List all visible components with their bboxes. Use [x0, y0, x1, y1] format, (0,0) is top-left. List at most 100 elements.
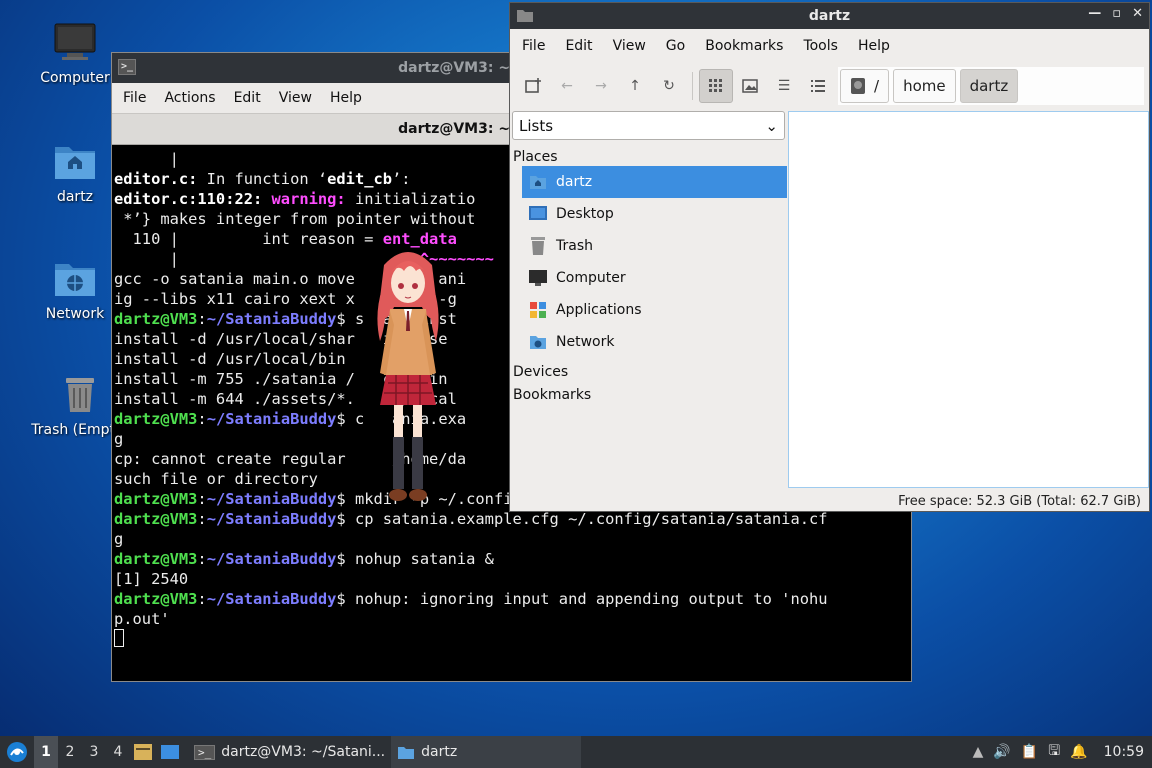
status-free-space: Free space: 52.3 GiB (Total: 62.7 GiB)	[898, 494, 1141, 509]
place-item-trash[interactable]: Trash	[522, 230, 787, 262]
menu-edit[interactable]: Edit	[555, 38, 602, 54]
file-manager-toolbar: ← → ↑ ↻ ☰ / home dartz	[510, 65, 1149, 107]
path-bar: / home dartz	[838, 67, 1144, 105]
quicklaunch-file-manager[interactable]	[130, 743, 156, 761]
minimize-icon[interactable]: —	[1088, 6, 1101, 21]
detailed-view-button[interactable]	[801, 69, 835, 103]
network-folder-icon	[528, 332, 548, 352]
close-icon[interactable]: ✕	[1132, 6, 1143, 21]
reload-icon: ↻	[663, 78, 675, 94]
desktop-icon-home[interactable]: dartz	[25, 141, 125, 205]
menu-file[interactable]: File	[114, 90, 155, 106]
terminal-line: g	[114, 530, 124, 548]
terminal-line: dartz@VM3:~/SataniaBuddy$ nohup satania …	[114, 550, 494, 568]
workspace-3[interactable]: 3	[82, 744, 106, 760]
side-pane-mode-value: Lists	[519, 116, 554, 135]
reload-button[interactable]: ↻	[652, 69, 686, 103]
show-desktop-button[interactable]	[156, 744, 184, 760]
list-icon: ☰	[777, 78, 791, 94]
home-folder-icon	[528, 172, 548, 192]
new-tab-icon	[525, 78, 541, 93]
menu-go[interactable]: Go	[656, 38, 695, 54]
system-tray: ▲ 🔊 📋 🖫 🔔 10:59	[973, 736, 1152, 768]
menu-file[interactable]: File	[512, 38, 555, 54]
desktop-icon-network[interactable]: Network	[25, 258, 125, 322]
folder-content-view[interactable]	[788, 111, 1149, 488]
side-pane-mode-select[interactable]: Lists ⌄	[512, 111, 785, 140]
thumbnail-view-button[interactable]	[733, 69, 767, 103]
crumb-root[interactable]: /	[840, 69, 890, 103]
folder-icon	[398, 746, 415, 759]
terminal-cursor-line	[114, 629, 909, 649]
taskbar: 1 2 3 4 >_ dartz@VM3: ~/Satani... dartz …	[0, 736, 1152, 768]
compact-view-button[interactable]: ☰	[767, 69, 801, 103]
desktop-icon-label: Computer	[40, 70, 110, 86]
place-item-network[interactable]: Network	[522, 326, 787, 358]
section-bookmarks[interactable]: Bookmarks	[512, 381, 787, 404]
menu-help[interactable]: Help	[848, 38, 900, 54]
back-button[interactable]: ←	[550, 69, 584, 103]
terminal-line: dartz@VM3:~/SataniaBuddy$ cp satania.exa…	[114, 510, 828, 528]
place-item-applications[interactable]: Applications	[522, 294, 787, 326]
task-terminal[interactable]: >_ dartz@VM3: ~/Satani...	[188, 736, 391, 768]
applications-icon	[528, 300, 548, 320]
detailed-list-icon	[811, 80, 825, 92]
satania-character[interactable]	[372, 245, 444, 507]
menu-view[interactable]: View	[603, 38, 656, 54]
place-item-desktop[interactable]: Desktop	[522, 198, 787, 230]
place-item-computer[interactable]: Computer	[522, 262, 787, 294]
menu-view[interactable]: View	[270, 90, 321, 106]
section-devices[interactable]: Devices	[512, 358, 787, 381]
start-menu-button[interactable]	[0, 736, 34, 768]
desktop-icon-label: Network	[45, 306, 105, 322]
trash-icon	[528, 236, 548, 256]
arrow-up-icon: ↑	[629, 78, 641, 94]
workspace-2[interactable]: 2	[58, 744, 82, 760]
task-file-manager[interactable]: dartz	[391, 736, 582, 768]
drive-icon	[851, 78, 865, 94]
image-icon	[742, 79, 758, 93]
network-folder-icon	[25, 258, 125, 302]
upload-icon[interactable]: ▲	[973, 744, 984, 760]
place-item-dartz[interactable]: dartz	[522, 166, 787, 198]
volume-icon[interactable]: 🔊	[993, 744, 1010, 760]
up-button[interactable]: ↑	[618, 69, 652, 103]
monitor-icon	[25, 22, 125, 66]
terminal-line: dartz@VM3:~/SataniaBuddy$ nohup: ignorin…	[114, 590, 828, 608]
workspace-4[interactable]: 4	[106, 744, 130, 760]
desktop-icon	[161, 745, 179, 759]
toolbar-separator	[692, 72, 693, 100]
menu-actions[interactable]: Actions	[155, 90, 224, 106]
new-tab-button[interactable]	[516, 69, 550, 103]
section-places[interactable]: Places	[512, 143, 787, 166]
file-manager-titlebar[interactable]: dartz — ▫ ✕	[510, 3, 1149, 29]
side-pane: Places dartz Desktop Trash Computer Appl…	[512, 143, 787, 404]
crumb-dartz[interactable]: dartz	[959, 69, 1019, 103]
arrow-left-icon: ←	[561, 78, 573, 94]
icon-view-button[interactable]	[699, 69, 733, 103]
workspace-1[interactable]: 1	[34, 736, 58, 768]
desktop-icon-computer[interactable]: Computer	[25, 22, 125, 86]
monitor-icon	[528, 268, 548, 288]
desktop-icon-label: dartz	[56, 189, 94, 205]
menu-tools[interactable]: Tools	[793, 38, 848, 54]
clipboard-icon[interactable]: 📋	[1021, 744, 1038, 760]
maximize-icon[interactable]: ▫	[1112, 6, 1121, 21]
folder-icon	[516, 8, 534, 27]
arrow-right-icon: →	[595, 78, 607, 94]
network-status-icon[interactable]: 🖫	[1048, 740, 1060, 764]
terminal-line: p.out'	[114, 610, 170, 628]
terminal-line: [1] 2540	[114, 570, 189, 588]
clock[interactable]: 10:59	[1104, 744, 1144, 760]
menu-edit[interactable]: Edit	[225, 90, 270, 106]
notification-icon[interactable]: 🔔	[1070, 744, 1087, 760]
menu-bookmarks[interactable]: Bookmarks	[695, 38, 793, 54]
file-manager-window[interactable]: dartz — ▫ ✕ File Edit View Go Bookmarks …	[509, 2, 1150, 512]
terminal-cursor	[114, 629, 124, 647]
forward-button[interactable]: →	[584, 69, 618, 103]
crumb-home[interactable]: home	[893, 69, 956, 103]
home-folder-icon	[25, 141, 125, 185]
file-manager-launcher-icon	[134, 744, 152, 760]
terminal-icon: >_	[118, 59, 136, 75]
menu-help[interactable]: Help	[321, 90, 371, 106]
